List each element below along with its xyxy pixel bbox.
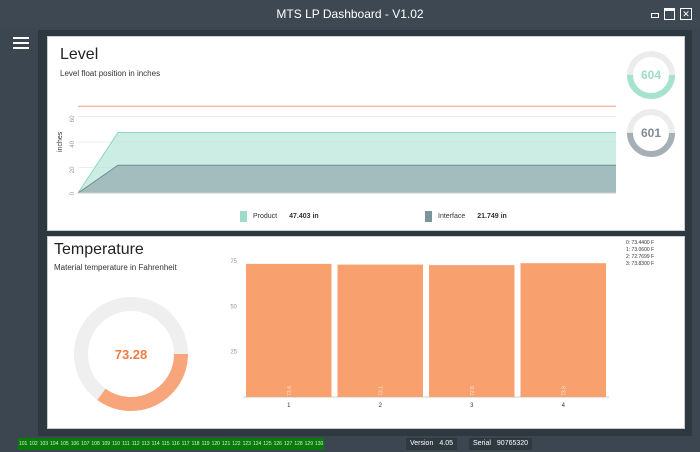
device-id[interactable]: 111 [122, 438, 130, 450]
legend-interface: Interface 21.749 in [425, 211, 507, 222]
version-value: 4.05 [439, 440, 453, 447]
bar-data-label: 72.8 [470, 386, 476, 396]
temperature-bar-2 [337, 264, 423, 397]
level-panel: Level Level float position in inches 0 20… [47, 36, 685, 231]
gauge-value-1: 604 [641, 68, 661, 82]
legend-product-label: Product [253, 213, 278, 220]
serial-label: Serial [473, 440, 491, 447]
device-id[interactable]: 105 [60, 438, 68, 450]
device-id-strip: 101 102 103 104 105 106 107 108 109 110 111 112 113 1… [18, 438, 325, 450]
device-id[interactable]: 116 [172, 438, 180, 450]
y-tick-label: 0 [70, 191, 76, 195]
close-icon[interactable]: ✕ [680, 8, 692, 20]
device-id[interactable]: 121 [222, 438, 230, 450]
reading-1: 1: 73.0600 F [626, 247, 655, 253]
version-info: Version 4.05 [406, 438, 457, 450]
device-id[interactable]: 113 [142, 438, 150, 450]
gauge-value-2: 601 [641, 126, 661, 140]
device-id[interactable]: 109 [102, 438, 110, 450]
temperature-donut: 73.28 [74, 297, 188, 411]
area-interface [78, 165, 616, 193]
device-id[interactable]: 119 [202, 438, 210, 450]
y-tick-label: 60 [70, 115, 76, 122]
serial-value: 90765320 [496, 440, 529, 447]
temperature-bar-3 [429, 265, 515, 397]
legend-interface-swatch [425, 211, 432, 222]
reading-3: 3: 73.8300 F [626, 261, 655, 267]
device-id[interactable]: 129 [305, 438, 313, 450]
device-id[interactable]: 115 [162, 438, 170, 450]
device-id[interactable]: 103 [40, 438, 48, 450]
maximize-icon[interactable] [664, 8, 675, 20]
sidebar [0, 28, 38, 436]
temperature-title: Temperature [54, 241, 144, 258]
title-bar: MTS LP Dashboard - V1.02 ✕ [0, 0, 700, 28]
device-id[interactable]: 104 [50, 438, 58, 450]
device-id[interactable]: 127 [284, 438, 292, 450]
device-id[interactable]: 130 [315, 438, 323, 450]
device-id[interactable]: 122 [232, 438, 240, 450]
bar-data-label: 73.4 [287, 386, 293, 396]
reading-0: 0: 73.4400 F [626, 240, 655, 246]
temperature-bar-4 [520, 263, 606, 397]
legend-product-swatch [240, 211, 247, 222]
temperature-panel: Temperature Material temperature in Fahr… [47, 236, 685, 429]
product-level-value: 47.403 in [289, 213, 319, 220]
x-tick-label: 3 [470, 403, 474, 409]
device-id[interactable]: 124 [253, 438, 261, 450]
x-tick-label: 2 [379, 403, 383, 409]
device-id[interactable]: 110 [112, 438, 120, 450]
device-id[interactable]: 117 [182, 438, 190, 450]
level-chart: 0 20 40 60 inches [57, 105, 616, 195]
device-id[interactable]: 106 [71, 438, 79, 450]
minimize-icon[interactable] [649, 8, 659, 20]
serial-info: Serial 90765320 [469, 438, 533, 450]
device-id[interactable]: 108 [91, 438, 99, 450]
temperature-bar-1 [246, 263, 332, 397]
temperature-subtitle: Material temperature in Fahrenheit [54, 263, 177, 272]
level-gauges: 604 601 [627, 51, 675, 157]
device-id[interactable]: 101 [19, 438, 27, 450]
y-tick-label: 75 [230, 259, 237, 265]
temperature-value: 73.28 [115, 347, 148, 362]
version-label: Version [410, 440, 434, 447]
y-tick-label: 40 [70, 140, 76, 147]
device-id[interactable]: 112 [132, 438, 140, 450]
y-tick-label: 25 [230, 350, 237, 356]
status-bar: 101 102 103 104 105 106 107 108 109 110 111 112 113 1… [0, 436, 700, 452]
y-tick-label: 20 [70, 166, 76, 173]
bar-data-label: 73.8 [561, 386, 567, 396]
device-id[interactable]: 114 [152, 438, 160, 450]
device-id[interactable]: 125 [263, 438, 271, 450]
device-id[interactable]: 107 [81, 438, 89, 450]
y-axis-title: inches [57, 131, 64, 152]
level-subtitle: Level float position in inches [60, 69, 161, 78]
x-tick-label: 4 [562, 403, 566, 409]
window-title: MTS LP Dashboard - V1.02 [276, 7, 424, 21]
bar-data-label: 73.1 [378, 386, 384, 396]
y-tick-label: 50 [230, 304, 237, 310]
legend-product: Product 47.403 in [240, 211, 319, 222]
legend-interface-label: Interface [438, 213, 466, 220]
device-id[interactable]: 118 [192, 438, 200, 450]
temperature-bar-chart: 25 50 75 73.4 1 73.1 2 72.8 3 73.8 4 [230, 259, 609, 409]
x-tick-label: 1 [287, 403, 291, 409]
temperature-readings: 0: 73.4400 F 1: 73.0600 F 2: 72.7699 F 3… [626, 240, 654, 268]
dashboard-content: Level Level float position in inches 0 20… [38, 30, 692, 436]
level-title: Level [60, 46, 99, 63]
device-id[interactable]: 120 [212, 438, 220, 450]
hamburger-menu-icon[interactable] [13, 37, 29, 49]
interface-level-value: 21.749 in [477, 213, 507, 220]
device-id[interactable]: 128 [294, 438, 302, 450]
device-id[interactable]: 102 [29, 438, 37, 450]
reading-2: 2: 72.7699 F [626, 254, 655, 260]
device-id[interactable]: 126 [274, 438, 282, 450]
device-id[interactable]: 123 [243, 438, 251, 450]
